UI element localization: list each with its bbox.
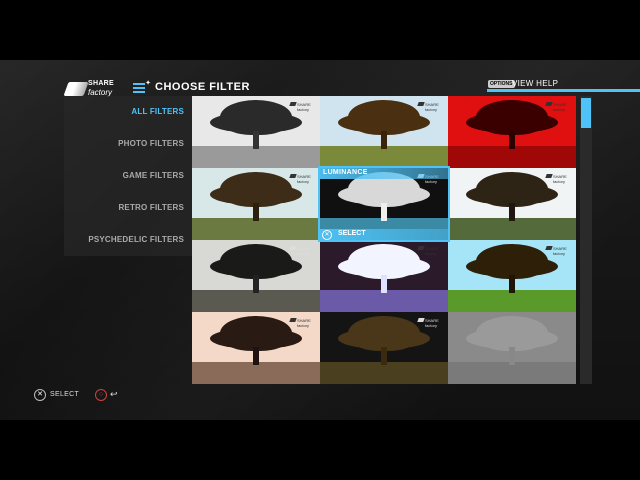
sparkle-icon: ✦ — [145, 80, 151, 87]
scrollbar-track[interactable] — [580, 96, 592, 384]
selected-filter-name: LUMINANCE — [323, 169, 368, 176]
filter-grid: SHARE factory SHARE factory SHARE factory SHAR… — [192, 96, 576, 384]
watermark-logo-icon — [417, 102, 425, 106]
tree-trunk — [381, 274, 387, 294]
logo-mark-icon — [63, 82, 89, 96]
watermark-text-factory: factory — [297, 251, 310, 256]
filter-tile-filter-soft[interactable]: SHARE factory — [448, 168, 576, 240]
watermark-text-factory: factory — [297, 107, 310, 112]
footer-select-button[interactable]: SELECT — [50, 391, 79, 398]
tile-ground — [192, 146, 320, 168]
sidebar-item-game-filters[interactable]: GAME FILTERS — [123, 171, 184, 180]
sharefactory-watermark: SHAREfactory — [289, 246, 312, 260]
filter-list-icon: ✦ — [133, 80, 151, 95]
sidebar-item-retro-filters[interactable]: RETRO FILTERS — [118, 203, 184, 212]
filter-tile-filter-invert[interactable]: SHARE factory — [320, 240, 448, 312]
tile-ground — [448, 146, 576, 168]
watermark-text-factory: factory — [425, 251, 438, 256]
tree-trunk — [381, 130, 387, 150]
sharefactory-watermark: SHAREfactory — [417, 318, 440, 332]
filter-tile-filter-warm[interactable]: SHARE factory — [320, 96, 448, 168]
tile-ground — [192, 290, 320, 312]
tile-ground — [192, 218, 320, 240]
tree-trunk — [253, 346, 259, 366]
watermark-text-factory: factory — [297, 323, 310, 328]
sidebar-item-photo-filters[interactable]: PHOTO FILTERS — [118, 139, 184, 148]
filter-tile-filter-grayscale[interactable]: SHARE factory — [192, 96, 320, 168]
tile-ground — [448, 290, 576, 312]
watermark-text-factory: factory — [553, 179, 566, 184]
tree-trunk — [253, 130, 259, 150]
circle-button-icon: ○ — [95, 389, 107, 401]
sharefactory-watermark: SHAREfactory — [417, 102, 440, 116]
view-help-button[interactable]: VIEW HELP — [512, 79, 558, 88]
filter-tile-filter-dark-mono[interactable]: SHARE factory — [192, 240, 320, 312]
watermark-text-factory: factory — [425, 323, 438, 328]
tree-trunk — [509, 274, 515, 294]
sidebar-item-psychedelic-filters[interactable]: PSYCHEDELIC FILTERS — [88, 235, 184, 244]
tile-ground — [320, 146, 448, 168]
filter-tile-filter-emboss[interactable] — [448, 312, 576, 384]
watermark-text-factory: factory — [297, 179, 310, 184]
watermark-text-factory: factory — [553, 107, 566, 112]
sharefactory-watermark: SHAREfactory — [545, 174, 568, 188]
filter-tile-filter-faded[interactable]: SHARE factory — [192, 168, 320, 240]
filter-tile-filter-red[interactable]: SHARE factory — [448, 96, 576, 168]
watermark-logo-icon — [289, 318, 297, 322]
cross-button-icon: ✕ — [322, 230, 332, 240]
watermark-text-factory: factory — [553, 251, 566, 256]
logo-text-share: SHARE — [88, 80, 115, 87]
filter-tile-filter-vivid[interactable]: SHARE factory — [448, 240, 576, 312]
sharefactory-watermark: SHAREfactory — [289, 318, 312, 332]
tree-trunk — [253, 202, 259, 222]
tile-ground — [448, 218, 576, 240]
options-button-icon: OPTIONS — [488, 80, 515, 88]
tree-trunk — [509, 346, 515, 366]
tree-trunk — [509, 202, 515, 222]
sharefactory-watermark: SHAREfactory — [545, 102, 568, 116]
filter-tile-filter-sepia[interactable]: SHARE factory — [192, 312, 320, 384]
filter-category-sidebar: ALL FILTERS PHOTO FILTERS GAME FILTERS R… — [64, 96, 192, 256]
watermark-logo-icon — [417, 246, 425, 250]
watermark-logo-icon — [545, 246, 553, 250]
watermark-logo-icon — [289, 246, 297, 250]
tree-trunk — [381, 346, 387, 366]
sharefactory-watermark: SHAREfactory — [289, 102, 312, 116]
watermark-logo-icon — [417, 318, 425, 322]
tile-ground — [320, 362, 448, 384]
watermark-logo-icon — [545, 174, 553, 178]
filter-tile-filter-night[interactable]: SHARE factory — [320, 312, 448, 384]
watermark-logo-icon — [289, 174, 297, 178]
page-title: CHOOSE FILTER — [155, 81, 250, 93]
watermark-logo-icon — [545, 102, 553, 106]
tile-ground — [320, 290, 448, 312]
sidebar-item-all-filters[interactable]: ALL FILTERS — [131, 107, 184, 116]
help-accent-bar — [487, 89, 640, 92]
tile-ground — [448, 362, 576, 384]
sharefactory-watermark: SHAREfactory — [545, 246, 568, 260]
watermark-logo-icon — [289, 102, 297, 106]
sharefactory-watermark: SHAREfactory — [417, 246, 440, 260]
tile-ground — [192, 362, 320, 384]
select-filter-button[interactable]: SELECT — [338, 230, 366, 237]
footer-back-button[interactable]: ↩ — [110, 389, 118, 400]
scrollbar-thumb[interactable] — [581, 98, 591, 128]
watermark-text-factory: factory — [425, 107, 438, 112]
tree-trunk — [509, 130, 515, 150]
cross-button-icon: ✕ — [34, 389, 46, 401]
sharefactory-watermark: SHAREfactory — [289, 174, 312, 188]
tree-trunk — [253, 274, 259, 294]
